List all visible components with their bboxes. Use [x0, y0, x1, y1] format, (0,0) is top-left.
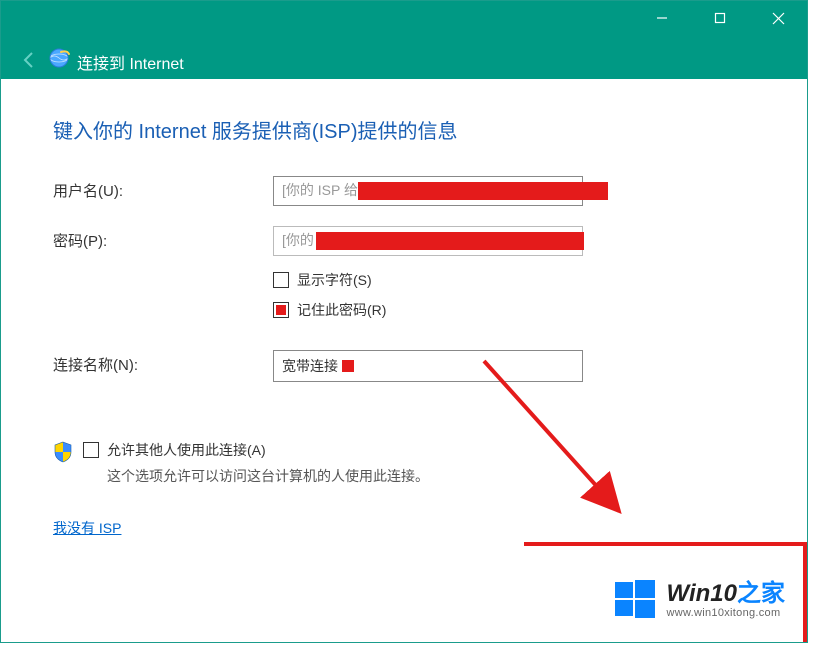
no-isp-link[interactable]: 我没有 ISP: [53, 518, 121, 538]
show-chars-row: 显示字符(S): [273, 270, 755, 290]
dialog-content: 键入你的 Internet 服务提供商(ISP)提供的信息 用户名(U): [你…: [1, 79, 807, 558]
back-arrow-icon[interactable]: [20, 51, 38, 75]
redaction-bar: [358, 182, 608, 200]
redaction-bar: [316, 232, 584, 250]
window-controls: [633, 1, 807, 35]
allow-others-description: 这个选项允许可以访问这台计算机的人使用此连接。: [107, 466, 429, 486]
watermark-url: www.win10xitong.com: [667, 607, 785, 619]
username-label: 用户名(U):: [53, 176, 273, 201]
windows-logo-icon: [613, 578, 657, 622]
password-label: 密码(P):: [53, 226, 273, 251]
username-row: 用户名(U): [你的 ISP 给你的名称]: [53, 176, 755, 206]
minimize-button[interactable]: [633, 1, 691, 35]
connection-name-input[interactable]: 宽带连接: [273, 350, 583, 382]
checkbox-group: 显示字符(S) 记住此密码(R): [53, 270, 755, 330]
show-chars-checkbox[interactable]: [273, 272, 289, 288]
allow-others-label: 允许其他人使用此连接(A): [107, 440, 266, 460]
password-row: 密码(P): [你的 ISP 给你的密码]: [53, 226, 755, 256]
internet-globe-icon: [47, 46, 71, 70]
remember-password-checkbox[interactable]: [273, 302, 289, 318]
remember-password-row: 记住此密码(R): [273, 300, 755, 320]
titlebar: 连接到 Internet: [1, 1, 807, 79]
allow-others-section: 允许其他人使用此连接(A) 这个选项允许可以访问这台计算机的人使用此连接。: [53, 440, 755, 486]
page-heading: 键入你的 Internet 服务提供商(ISP)提供的信息: [53, 115, 755, 144]
watermark-brand: Win10之家: [667, 581, 785, 607]
cursor-marker: [342, 360, 354, 372]
allow-others-checkbox[interactable]: [83, 442, 99, 458]
connection-name-row: 连接名称(N): 宽带连接: [53, 350, 755, 382]
shield-icon: [53, 441, 73, 463]
dialog-window: 连接到 Internet 键入你的 Internet 服务提供商(ISP)提供的…: [0, 0, 808, 643]
show-chars-label: 显示字符(S): [297, 270, 372, 290]
connection-name-label: 连接名称(N):: [53, 350, 273, 375]
connection-name-value: 宽带连接: [282, 356, 338, 376]
dialog-title: 连接到 Internet: [77, 50, 184, 74]
remember-password-label: 记住此密码(R): [297, 300, 386, 320]
watermark: Win10之家 www.win10xitong.com: [613, 578, 785, 622]
maximize-button[interactable]: [691, 1, 749, 35]
close-button[interactable]: [749, 1, 807, 35]
